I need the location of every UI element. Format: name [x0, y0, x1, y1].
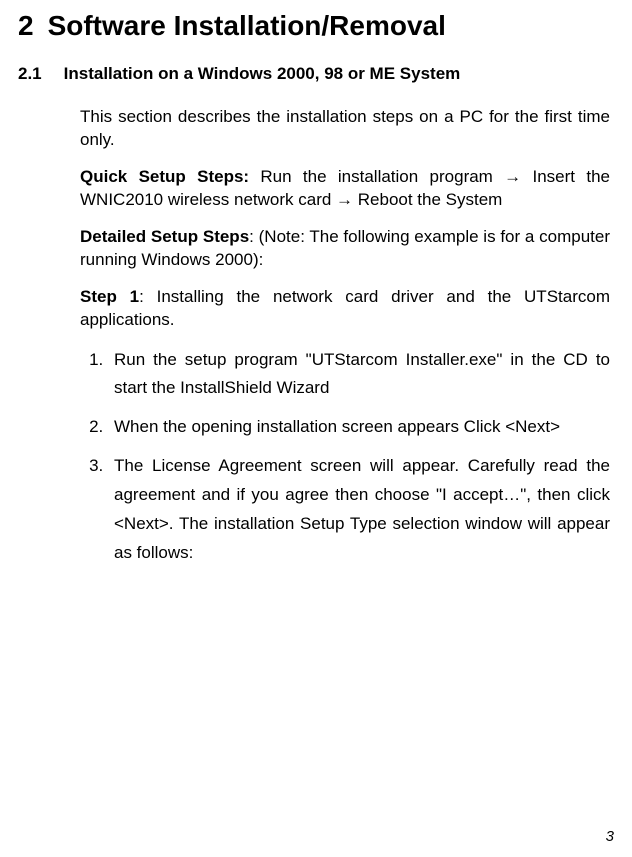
section-heading: 2.1 Installation on a Windows 2000, 98 o…: [18, 64, 614, 84]
chapter-title: 2 Software Installation/Removal: [18, 10, 614, 42]
list-item: The License Agreement screen will appear…: [108, 452, 610, 568]
intro-paragraph: This section describes the installation …: [80, 106, 610, 152]
step1-text: : Installing the network card driver and…: [80, 287, 610, 329]
page-number: 3: [606, 828, 614, 845]
section-number: 2.1: [18, 64, 42, 84]
list-item: When the opening installation screen app…: [108, 413, 610, 442]
list-item: Run the setup program "UTStarcom Install…: [108, 346, 610, 404]
detailed-setup-label: Detailed Setup Steps: [80, 227, 249, 246]
numbered-list: Run the setup program "UTStarcom Install…: [80, 346, 610, 568]
chapter-title-text: Software Installation/Removal: [48, 10, 446, 42]
quick-setup-paragraph: Quick Setup Steps: Run the installation …: [80, 166, 610, 212]
detailed-setup-paragraph: Detailed Setup Steps: (Note: The followi…: [80, 226, 610, 272]
step1-label: Step 1: [80, 287, 139, 306]
quick-setup-label: Quick Setup Steps:: [80, 167, 249, 186]
section-title: Installation on a Windows 2000, 98 or ME…: [64, 64, 461, 84]
step1-paragraph: Step 1: Installing the network card driv…: [80, 286, 610, 332]
chapter-number: 2: [18, 10, 34, 42]
